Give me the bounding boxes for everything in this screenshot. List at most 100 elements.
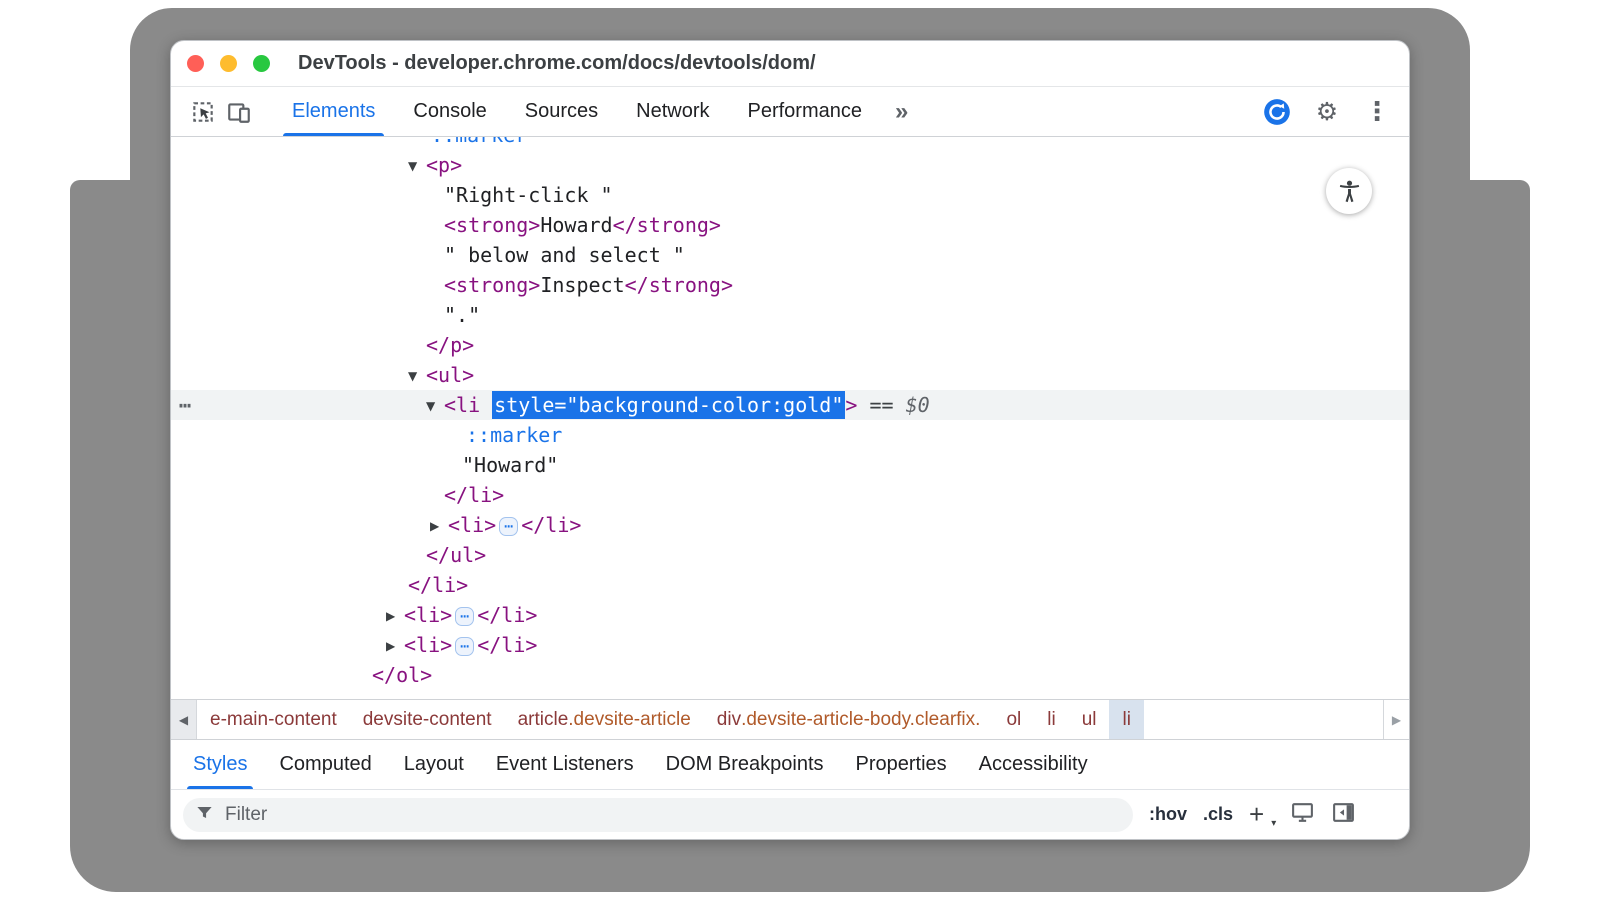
more-actions-icon[interactable]: ⋯ — [179, 390, 191, 420]
collapse-arrow-icon[interactable]: ▼ — [408, 151, 426, 181]
breadcrumb-item-div-devsite-article-body-clearfix[interactable]: div.devsite-article-body.clearfix. — [704, 700, 994, 739]
zoom-button[interactable] — [253, 55, 270, 72]
dom-tree-row[interactable]: </ul> — [171, 540, 1409, 570]
dom-tree-row[interactable]: ▶<li>⋯</li> — [171, 630, 1409, 660]
kebab-menu-icon[interactable]: ⋮ — [1359, 97, 1395, 127]
crumb-scroll-right-icon[interactable]: ▶ — [1383, 700, 1409, 739]
dom-token-tag: <ul> — [426, 363, 474, 387]
more-tabs-button[interactable]: » — [881, 87, 922, 136]
tab-layout[interactable]: Layout — [388, 740, 480, 789]
dom-token-text: Inspect — [540, 273, 624, 297]
sidebar-toggle-icon[interactable] — [1331, 800, 1356, 830]
dom-tree-row[interactable]: <strong>Inspect</strong> — [171, 270, 1409, 300]
dom-tree-row[interactable]: </ol> — [171, 660, 1409, 690]
breadcrumb-item-ul[interactable]: ul — [1069, 700, 1110, 739]
dom-token-text: "." — [444, 303, 480, 327]
toolbar-right: ⚙ ⋮ — [1259, 87, 1395, 136]
breadcrumb-item-article-devsite-article[interactable]: article.devsite-article — [505, 700, 704, 739]
dom-token-tag: </li> — [521, 513, 581, 537]
tab-performance[interactable]: Performance — [729, 87, 882, 136]
collapse-arrow-icon[interactable]: ▼ — [426, 391, 444, 421]
update-icon[interactable] — [1259, 98, 1295, 126]
traffic-lights — [187, 55, 270, 72]
tab-accessibility[interactable]: Accessibility — [963, 740, 1104, 789]
dom-token-pseudo: ::marker — [466, 423, 562, 447]
dom-token-tag: </li> — [477, 633, 537, 657]
minimize-button[interactable] — [220, 55, 237, 72]
crumb-classes: .devsite-article-body.clearfix. — [741, 709, 980, 731]
collapsed-content-icon[interactable]: ⋯ — [499, 517, 518, 536]
crumb-tag: article — [518, 709, 569, 731]
tab-elements[interactable]: Elements — [273, 87, 394, 136]
dom-token-pseudo: ::marker — [431, 137, 527, 147]
dom-token-eq: == — [857, 393, 905, 417]
dom-tree-row[interactable]: "Howard" — [171, 450, 1409, 480]
inspect-icon[interactable] — [185, 87, 221, 136]
settings-gear-icon[interactable]: ⚙ — [1309, 97, 1345, 126]
dom-token-text: " below and select " — [444, 243, 685, 267]
dom-token-attrsel: style="background-color:gold" — [492, 391, 845, 419]
tab-sources[interactable]: Sources — [506, 87, 617, 136]
dom-tree: ::marker▼<p>"Right-click "<strong>Howard… — [171, 137, 1409, 699]
breadcrumb-item-li[interactable]: li — [1109, 700, 1143, 739]
new-style-rule-button[interactable]: + ▾ — [1249, 799, 1274, 830]
expand-arrow-icon[interactable]: ▶ — [386, 631, 404, 661]
dom-token-tag: </ul> — [426, 543, 486, 567]
dom-tree-row[interactable]: ⋯▼<li style="background-color:gold"> == … — [171, 390, 1409, 420]
crumb-scroll-left-icon[interactable]: ◀ — [171, 700, 197, 739]
dom-tree-row[interactable]: " below and select " — [171, 240, 1409, 270]
device-toolbar-icon[interactable] — [221, 87, 257, 136]
collapse-arrow-icon[interactable]: ▼ — [408, 361, 426, 391]
dom-token-dollar: $0 — [906, 393, 930, 417]
dom-token-tag: <li> — [448, 513, 496, 537]
dom-tree-row[interactable]: "." — [171, 300, 1409, 330]
dom-tree-row[interactable]: ▼<ul> — [171, 360, 1409, 390]
dom-tree-row[interactable]: ::marker — [171, 420, 1409, 450]
crumb-tag: e-main-content — [210, 709, 337, 731]
breadcrumb-item-ol[interactable]: ol — [993, 700, 1034, 739]
dom-tree-row[interactable]: </li> — [171, 570, 1409, 600]
collapsed-content-icon[interactable]: ⋯ — [455, 637, 474, 656]
crumb-tag: li — [1122, 709, 1130, 731]
dom-tree-row[interactable]: ▼<p> — [171, 150, 1409, 180]
dom-tree-row[interactable]: </li> — [171, 480, 1409, 510]
dom-tree-row[interactable]: </p> — [171, 330, 1409, 360]
collapsed-content-icon[interactable]: ⋯ — [455, 607, 474, 626]
dom-token-tag: </strong> — [613, 213, 721, 237]
filter-funnel-icon — [195, 803, 214, 827]
dom-tree-row[interactable]: ▶<li>⋯</li> — [171, 510, 1409, 540]
dom-token-text: "Right-click " — [444, 183, 613, 207]
dom-tree-row[interactable]: ::marker — [171, 137, 1409, 150]
filter-input[interactable] — [223, 803, 1121, 827]
tab-styles[interactable]: Styles — [177, 740, 263, 789]
dom-tree-row[interactable]: <strong>Howard</strong> — [171, 210, 1409, 240]
rendering-emulation-icon[interactable] — [1290, 800, 1315, 830]
tab-network[interactable]: Network — [617, 87, 728, 136]
tab-event-listeners[interactable]: Event Listeners — [480, 740, 650, 789]
expand-arrow-icon[interactable]: ▶ — [386, 601, 404, 631]
dom-tree-row[interactable]: "Right-click " — [171, 180, 1409, 210]
devtools-toolbar: ElementsConsoleSourcesNetworkPerformance… — [171, 87, 1409, 137]
dom-token-text: Howard — [540, 213, 612, 237]
element-state-button[interactable]: :hov — [1149, 804, 1187, 825]
tab-properties[interactable]: Properties — [840, 740, 963, 789]
dom-token-tag: </ol> — [372, 663, 432, 687]
expand-arrow-icon[interactable]: ▶ — [430, 511, 448, 541]
devtools-window: DevTools - developer.chrome.com/docs/dev… — [170, 40, 1410, 840]
dom-token-tag: <li> — [404, 633, 452, 657]
element-classes-button[interactable]: .cls — [1203, 804, 1233, 825]
tab-dom-breakpoints[interactable]: DOM Breakpoints — [650, 740, 840, 789]
panel-tabs: ElementsConsoleSourcesNetworkPerformance — [273, 87, 881, 136]
tab-console[interactable]: Console — [394, 87, 505, 136]
dom-token-tag: </li> — [408, 573, 468, 597]
tab-computed[interactable]: Computed — [263, 740, 387, 789]
breadcrumb-item-e-main-content[interactable]: e-main-content — [197, 700, 350, 739]
dom-token-tag: > — [845, 393, 857, 417]
close-button[interactable] — [187, 55, 204, 72]
crumb-tag: ul — [1082, 709, 1097, 731]
title-bar: DevTools - developer.chrome.com/docs/dev… — [171, 41, 1409, 87]
crumb-tag: devsite-content — [363, 709, 492, 731]
breadcrumb-item-li[interactable]: li — [1034, 700, 1068, 739]
breadcrumb-item-devsite-content[interactable]: devsite-content — [350, 700, 505, 739]
dom-tree-row[interactable]: ▶<li>⋯</li> — [171, 600, 1409, 630]
